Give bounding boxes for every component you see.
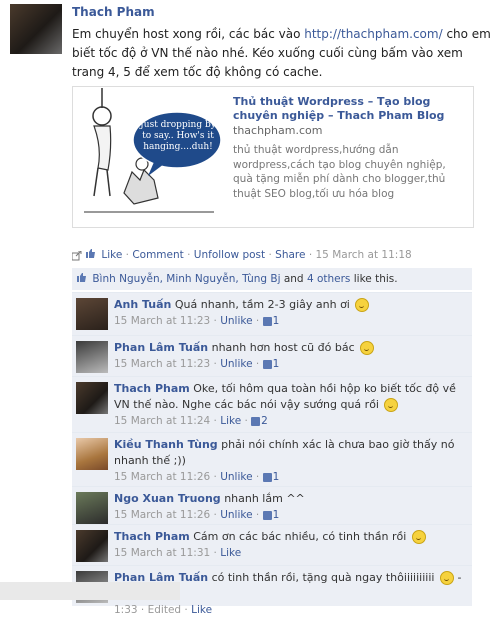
like-thumb-icon bbox=[86, 249, 95, 261]
post-message-text-1: Em chuyển host xong rồi, các bác vào bbox=[72, 27, 305, 41]
comment-body: Kiều Thanh Tùng phải nói chính xác là ch… bbox=[114, 437, 464, 485]
post-message: Em chuyển host xong rồi, các bác vào htt… bbox=[72, 25, 492, 82]
comment-like-toggle[interactable]: Like bbox=[191, 604, 212, 616]
post-message-link[interactable]: http://thachpham.com/ bbox=[304, 27, 442, 41]
like-count-icon bbox=[262, 316, 272, 326]
separator: · bbox=[187, 249, 191, 261]
comment-timestamp[interactable]: 15 March at 11:24 bbox=[114, 415, 210, 427]
comment-like-toggle[interactable]: Unlike bbox=[220, 471, 252, 483]
like-thumb-icon bbox=[77, 268, 86, 290]
comment-body: Thach Pham Oke, tối hôm qua toàn hồi hộp… bbox=[114, 381, 464, 429]
smiley-icon bbox=[384, 398, 399, 412]
comment-like-toggle[interactable]: Unlike bbox=[220, 315, 252, 327]
like-count-icon bbox=[251, 416, 261, 426]
like-link[interactable]: Like bbox=[101, 249, 122, 261]
likes-suffix: like this. bbox=[350, 273, 398, 285]
likes-summary: Bình Nguyễn, Minh Nguyễn, Tùng Bj and 4 … bbox=[72, 268, 472, 290]
commenter-avatar[interactable] bbox=[76, 341, 108, 373]
comment-like-toggle[interactable]: Like bbox=[220, 547, 241, 559]
commenter-name[interactable]: Ngo Xuan Truong bbox=[114, 492, 221, 505]
comment-text: nhanh hơn host cũ đó bác bbox=[211, 341, 355, 354]
smiley-icon bbox=[439, 571, 454, 585]
commenter-name[interactable]: Thach Pham bbox=[114, 382, 190, 395]
comment-item: Phan Lâm Tuấn nhanh hơn host cũ đó bác 1… bbox=[72, 335, 472, 376]
comment-timestamp[interactable]: 15 March at 11:26 bbox=[114, 471, 210, 483]
comment-meta: 15 March at 11:26 · Unlike · 1 bbox=[114, 509, 280, 521]
comment-item: Ngo Xuan Truong nhanh lắm ^^ 15 March at… bbox=[72, 486, 472, 524]
comment-body: Anh Tuấn Quá nhanh, tầm 2-3 giây anh ơi … bbox=[114, 297, 464, 329]
commenter-name[interactable]: Anh Tuấn bbox=[114, 298, 171, 311]
separator: · bbox=[268, 249, 272, 261]
commenter-avatar[interactable] bbox=[76, 530, 108, 562]
author-avatar[interactable] bbox=[10, 4, 62, 54]
comment-text: có tinh thần rồi, tặng quà ngay thôiiiii… bbox=[211, 571, 435, 584]
comment-like-count[interactable]: 1 bbox=[273, 509, 280, 521]
share-icon bbox=[71, 250, 82, 261]
attachment-title[interactable]: Thủ thuật Wordpress – Tạo blog chuyên ng… bbox=[233, 95, 468, 123]
comment-like-count[interactable]: 1 bbox=[273, 315, 280, 327]
share-link[interactable]: Share bbox=[275, 249, 305, 261]
comment-meta: 15 March at 11:24 · Like · 2 bbox=[114, 415, 268, 427]
comment-item: Anh Tuấn Quá nhanh, tầm 2-3 giây anh ơi … bbox=[72, 292, 472, 335]
likes-others-link[interactable]: 4 others bbox=[307, 273, 350, 285]
attachment-description: thủ thuật wordpress,hướng dẫn wordpress,… bbox=[233, 144, 446, 200]
post-timestamp[interactable]: 15 March at 11:18 bbox=[316, 249, 412, 261]
speech-bubble-caption: Just dropping by to say.. How's it hangi… bbox=[140, 120, 216, 152]
comment-link[interactable]: Comment bbox=[132, 249, 183, 261]
comment-body: Thach Pham Cám ơn các bác nhiều, có tinh… bbox=[114, 529, 464, 561]
commenter-name[interactable]: Thach Pham bbox=[114, 530, 190, 543]
comment-meta: 15 March at 11:23 · Unlike · 1 bbox=[114, 358, 280, 370]
link-attachment[interactable]: Just dropping by to say.. How's it hangi… bbox=[72, 86, 474, 228]
overlay-strip bbox=[0, 582, 180, 600]
like-count-icon bbox=[262, 472, 272, 482]
separator: · bbox=[308, 249, 313, 261]
comment-timestamp[interactable]: 15 March at 11:23 bbox=[114, 315, 210, 327]
comment-timestamp[interactable]: 1:33 bbox=[114, 604, 138, 616]
commenter-avatar[interactable] bbox=[76, 298, 108, 330]
smiley-icon bbox=[360, 341, 375, 355]
comment-like-toggle[interactable]: Unlike bbox=[220, 358, 252, 370]
comment-timestamp[interactable]: 15 March at 11:26 bbox=[114, 509, 210, 521]
commenter-name[interactable]: Kiều Thanh Tùng bbox=[114, 438, 218, 451]
comment-text: Cám ơn các bác nhiều, có tinh thần rồi bbox=[193, 530, 407, 543]
comment-like-count[interactable]: 1 bbox=[273, 358, 280, 370]
comment-meta: 15 March at 11:26 · Unlike · 1 bbox=[114, 471, 280, 483]
commenter-avatar[interactable] bbox=[76, 492, 108, 524]
smiley-icon bbox=[411, 530, 426, 544]
comment-meta: 15 March at 11:31 · Like bbox=[114, 547, 242, 559]
comment-meta: 1:33 · Edited · Like bbox=[114, 604, 213, 616]
commenter-avatar[interactable] bbox=[76, 438, 108, 470]
comment-timestamp[interactable]: 15 March at 11:23 bbox=[114, 358, 210, 370]
comment-meta: 15 March at 11:23 · Unlike · 1 bbox=[114, 315, 280, 327]
like-count-icon bbox=[262, 359, 272, 369]
comment-item: Thach Pham Cám ơn các bác nhiều, có tinh… bbox=[72, 524, 472, 565]
unfollow-post-link[interactable]: Unfollow post bbox=[194, 249, 265, 261]
likes-and-text: and bbox=[280, 273, 307, 285]
comment-edited-label[interactable]: Edited bbox=[148, 604, 181, 616]
comment-timestamp[interactable]: 15 March at 11:31 bbox=[114, 547, 210, 559]
commenter-avatar[interactable] bbox=[76, 382, 108, 414]
likers-names[interactable]: Bình Nguyễn, Minh Nguyễn, Tùng Bj bbox=[92, 273, 280, 285]
comment-like-count[interactable]: 1 bbox=[273, 471, 280, 483]
comment-text: Quá nhanh, tầm 2-3 giây anh ơi bbox=[174, 298, 350, 311]
comment-body: Ngo Xuan Truong nhanh lắm ^^ 15 March at… bbox=[114, 491, 464, 523]
attachment-thumbnail-image[interactable] bbox=[74, 88, 224, 224]
comment-like-count[interactable]: 2 bbox=[261, 415, 268, 427]
like-count-icon bbox=[262, 510, 272, 520]
news-feed-post: Thach Pham Em chuyển host xong rồi, các … bbox=[0, 0, 497, 616]
post-author-name[interactable]: Thach Pham bbox=[72, 5, 155, 19]
separator: · bbox=[125, 249, 129, 261]
commenter-name[interactable]: Phan Lâm Tuấn bbox=[114, 341, 208, 354]
comment-item: Kiều Thanh Tùng phải nói chính xác là ch… bbox=[72, 432, 472, 486]
comment-body: Phan Lâm Tuấn nhanh hơn host cũ đó bác 1… bbox=[114, 340, 464, 372]
attachment-domain: thachpham.com bbox=[233, 124, 323, 137]
comment-like-toggle[interactable]: Unlike bbox=[220, 509, 252, 521]
comment-like-toggle[interactable]: Like bbox=[220, 415, 241, 427]
smiley-icon bbox=[355, 298, 370, 312]
post-action-bar: Like · Comment · Unfollow post · Share ·… bbox=[86, 249, 412, 261]
comment-text: nhanh lắm ^^ bbox=[224, 492, 305, 505]
comment-item: Thach Pham Oke, tối hôm qua toàn hồi hộp… bbox=[72, 376, 472, 432]
